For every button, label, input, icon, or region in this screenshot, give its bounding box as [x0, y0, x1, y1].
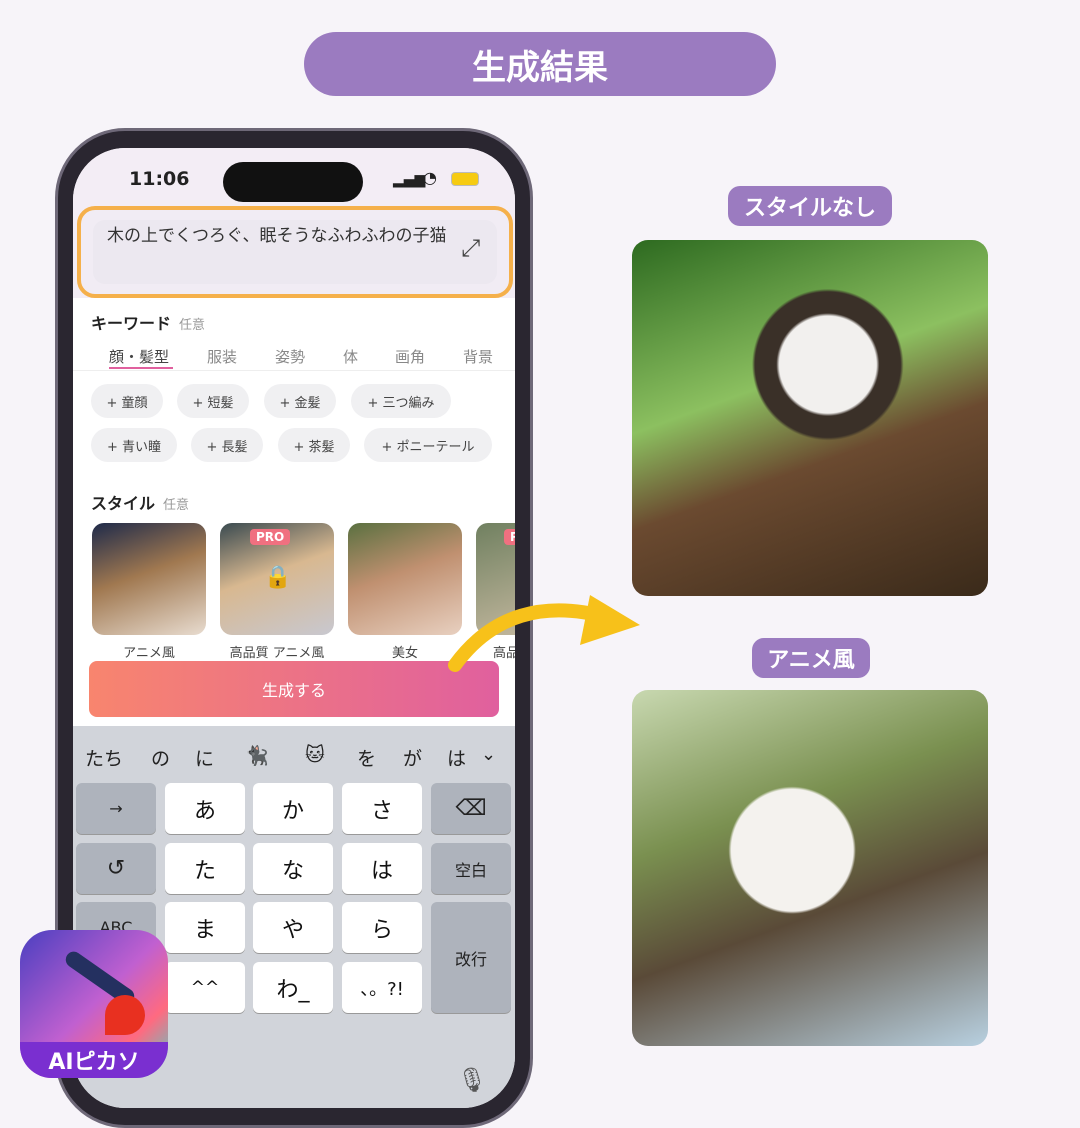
generate-button[interactable]: 生成する [89, 661, 499, 717]
key[interactable]: ら [342, 902, 422, 953]
keyword-heading: キーワード 任意 [91, 310, 205, 334]
signal-icon: ▂▄▆ [393, 172, 426, 188]
tab-pose[interactable]: 姿勢 [275, 346, 305, 367]
wifi-icon: ◔ [423, 168, 437, 187]
suggestion[interactable]: に [195, 744, 214, 771]
result-image-no-style [632, 240, 988, 596]
brush-tip [105, 995, 145, 1035]
pro-badge: P [504, 529, 515, 545]
key[interactable]: や [253, 902, 333, 953]
divider [73, 370, 515, 371]
arrow-icon [448, 595, 640, 672]
keyword-chip[interactable]: + 童顔 [91, 384, 163, 418]
key[interactable]: あ [165, 783, 245, 834]
keyword-chip[interactable]: + 三つ編み [351, 384, 451, 418]
style-caption: 高品質 アニメ風 [229, 646, 325, 661]
style-heading: スタイル 任意 [91, 490, 189, 514]
key[interactable]: な [253, 843, 333, 894]
style-thumb-hq-anime[interactable]: PRO 🔒 [220, 523, 334, 635]
app-logo: AIピカソ [20, 930, 168, 1078]
prompt-text[interactable]: 木の上でくつろぐ、眠そうなふわふわの子猫 [93, 220, 497, 284]
key[interactable]: は [342, 843, 422, 894]
status-time: 11:06 [129, 168, 190, 190]
keyword-label: キーワード [91, 314, 172, 333]
undo-key[interactable]: ↺ [76, 843, 156, 894]
expand-icon[interactable]: ⤢ [461, 234, 480, 262]
tab-angle[interactable]: 画角 [395, 346, 425, 367]
optional-label: 任意 [163, 498, 190, 513]
suggestion[interactable]: が [403, 744, 422, 771]
key[interactable]: ま [165, 902, 245, 953]
style-label: スタイル [91, 494, 156, 513]
backspace-key[interactable]: ⌫ [431, 783, 511, 834]
keyword-chip[interactable]: + 青い瞳 [91, 428, 177, 462]
key[interactable]: さ [342, 783, 422, 834]
key[interactable]: 、。?! [342, 962, 422, 1013]
result-image-anime [632, 690, 988, 1046]
result-label-anime: アニメ風 [752, 638, 870, 678]
key[interactable]: か [253, 783, 333, 834]
tab-clothes[interactable]: 服装 [207, 346, 237, 367]
tab-body[interactable]: 体 [343, 346, 358, 367]
dynamic-island [223, 162, 363, 202]
return-key[interactable]: 改行 [431, 902, 511, 1013]
app-name: AIピカソ [20, 1042, 168, 1078]
key[interactable]: た [165, 843, 245, 894]
pro-badge: PRO [250, 529, 291, 545]
key[interactable]: ^^ [165, 962, 245, 1013]
prompt-field[interactable]: 木の上でくつろぐ、眠そうなふわふわの子猫 ⤢ [77, 206, 513, 298]
style-thumb-anime[interactable] [92, 523, 206, 635]
keyword-chip[interactable]: + 長髪 [191, 428, 263, 462]
key[interactable]: わ_ [253, 962, 333, 1013]
tab-background[interactable]: 背景 [463, 346, 493, 367]
suggestion[interactable]: 🐱 [305, 744, 325, 766]
microphone-icon[interactable]: 🎙 [457, 1066, 487, 1094]
keyword-chip[interactable]: + ポニーテール [364, 428, 492, 462]
suggestion[interactable]: を [357, 744, 376, 771]
battery-icon [451, 172, 479, 186]
result-label-no-style: スタイルなし [728, 186, 892, 226]
optional-label: 任意 [179, 318, 206, 333]
tab-face-hair[interactable]: 顔・髪型 [109, 346, 169, 367]
key-next[interactable]: → [76, 783, 156, 834]
suggestion[interactable]: たち [85, 744, 123, 771]
style-caption: アニメ風 [123, 646, 175, 661]
keyword-chip[interactable]: + 金髪 [264, 384, 336, 418]
keyword-chip[interactable]: + 短髪 [177, 384, 249, 418]
space-key[interactable]: 空白 [431, 843, 511, 894]
suggestion[interactable]: の [151, 744, 170, 771]
chevron-down-icon[interactable]: ⌄ [481, 744, 496, 765]
suggestion[interactable]: は [447, 744, 466, 771]
tab-indicator [109, 367, 173, 369]
keyword-chip[interactable]: + 茶髪 [278, 428, 350, 462]
suggestion[interactable]: 🐈‍⬛ [245, 744, 269, 767]
page-title: 生成結果 [304, 32, 776, 96]
lock-icon: 🔒 [264, 565, 292, 590]
